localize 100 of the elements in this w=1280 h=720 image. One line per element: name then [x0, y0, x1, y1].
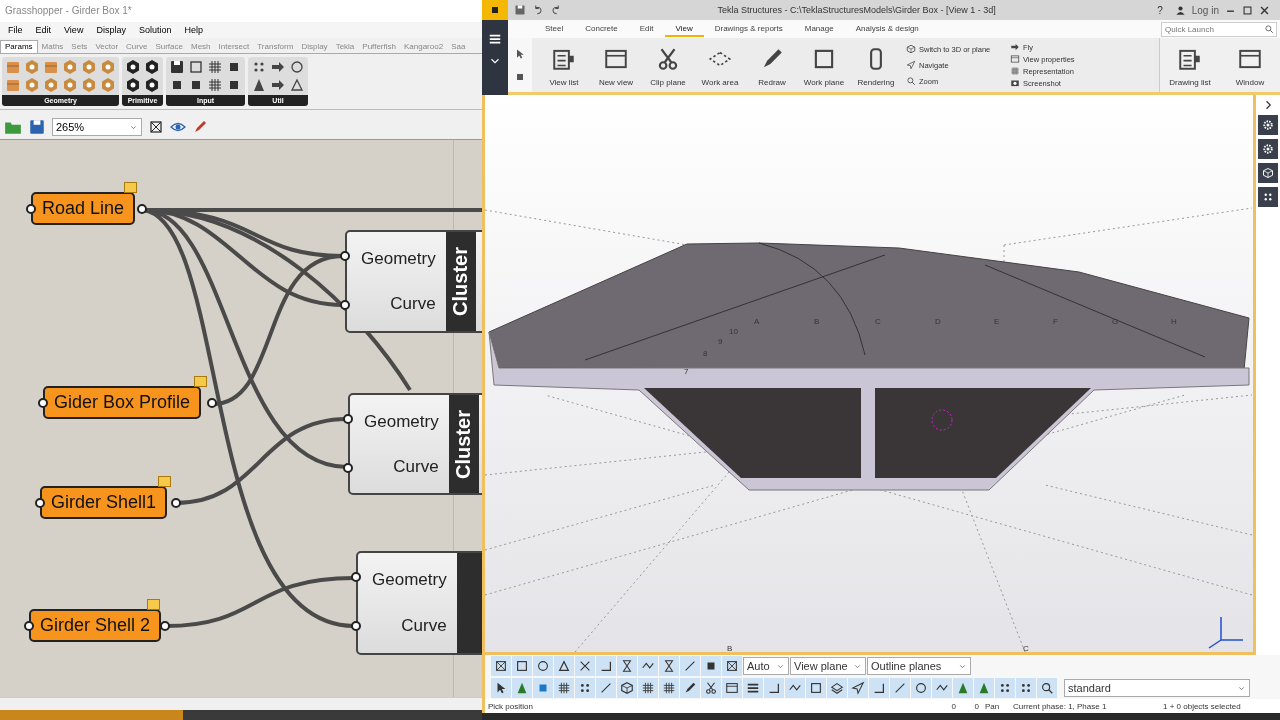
connector-pin[interactable]	[351, 572, 361, 582]
tool-button[interactable]	[491, 678, 511, 698]
snap-button[interactable]	[659, 656, 679, 676]
tool-button[interactable]	[554, 678, 574, 698]
ribbon-button[interactable]: View list	[538, 38, 590, 92]
connector-pin[interactable]	[26, 204, 36, 214]
snap-button[interactable]	[491, 656, 511, 676]
save-icon[interactable]	[28, 118, 46, 136]
app-logo[interactable]	[482, 0, 508, 20]
hexagon-icon[interactable]	[144, 77, 160, 93]
ribbon-button[interactable]: Work area	[694, 38, 746, 92]
ribbon-button[interactable]: Clip plane	[642, 38, 694, 92]
tool-button[interactable]	[764, 678, 784, 698]
save-icon[interactable]	[169, 59, 185, 75]
tool-button[interactable]	[1016, 678, 1036, 698]
connector-pin[interactable]	[137, 204, 147, 214]
menu-item[interactable]: File	[8, 25, 23, 35]
triangle-icon[interactable]	[289, 77, 305, 93]
tool-button[interactable]	[806, 678, 826, 698]
ribbon-tab[interactable]: Edit	[628, 21, 665, 37]
dots-icon[interactable]	[1262, 191, 1274, 203]
tool-button[interactable]	[659, 678, 679, 698]
ribbon-button[interactable]: New view	[590, 38, 642, 92]
tool-button[interactable]	[974, 678, 994, 698]
tool-button[interactable]	[869, 678, 889, 698]
ribbon-tab[interactable]: Drawings & reports	[703, 21, 794, 37]
close-icon[interactable]	[1259, 4, 1270, 16]
snap-button[interactable]	[554, 656, 574, 676]
arrow-icon[interactable]	[270, 59, 286, 75]
connector-pin[interactable]	[343, 414, 353, 424]
dropdown[interactable]: View plane	[790, 657, 866, 675]
gear-icon[interactable]	[1262, 143, 1274, 155]
snap-button[interactable]	[638, 656, 658, 676]
tree-icon[interactable]	[251, 77, 267, 93]
quick-launch-field[interactable]: Quick Launch	[1161, 21, 1277, 37]
box-icon[interactable]	[5, 77, 21, 93]
ribbon-button[interactable]: Window	[1220, 38, 1280, 92]
snap-button[interactable]	[575, 656, 595, 676]
undo-icon[interactable]	[532, 4, 544, 16]
tool-button[interactable]	[512, 678, 532, 698]
connector-pin[interactable]	[35, 498, 45, 508]
hexagon-icon[interactable]	[125, 59, 141, 75]
person-icon[interactable]	[1174, 4, 1186, 16]
cluster-node[interactable]: Geometry Curve	[356, 551, 482, 655]
snap-button[interactable]	[596, 656, 616, 676]
menu-item[interactable]: Help	[184, 25, 203, 35]
parameter-node[interactable]: Girder Shell 2	[29, 609, 162, 642]
menu-icon[interactable]	[488, 32, 502, 46]
tool-button[interactable]	[617, 678, 637, 698]
redo-icon[interactable]	[550, 4, 562, 16]
tool-button[interactable]	[785, 678, 805, 698]
dropdown[interactable]: Auto	[743, 657, 789, 675]
hexagon-icon[interactable]	[125, 77, 141, 93]
tool-button[interactable]	[911, 678, 931, 698]
tool-button[interactable]	[701, 678, 721, 698]
snap-button[interactable]	[533, 656, 553, 676]
box-icon[interactable]	[5, 59, 21, 75]
snap-button[interactable]	[617, 656, 637, 676]
crossed-box-icon[interactable]	[148, 119, 164, 135]
login-link[interactable]: Log in	[1191, 4, 1219, 16]
connector-pin[interactable]	[38, 398, 48, 408]
ribbon-button[interactable]: Work plane	[798, 38, 850, 92]
tool-button[interactable]	[1037, 678, 1057, 698]
hexagon-icon[interactable]	[144, 59, 160, 75]
grid-icon[interactable]	[207, 77, 223, 93]
tool-button[interactable]	[995, 678, 1015, 698]
menu-item[interactable]: View	[64, 25, 84, 35]
menu-item[interactable]: Display	[96, 25, 126, 35]
connector-pin[interactable]	[340, 300, 350, 310]
snap-button[interactable]	[701, 656, 721, 676]
tool-button[interactable]	[743, 678, 763, 698]
arrow-icon[interactable]	[270, 77, 286, 93]
tool-button[interactable]	[827, 678, 847, 698]
connector-pin[interactable]	[24, 621, 34, 631]
ribbon-tab[interactable]: Manage	[793, 21, 845, 37]
connector-pin[interactable]	[343, 463, 353, 473]
maximize-icon[interactable]	[1242, 4, 1253, 16]
pen-icon[interactable]	[192, 119, 208, 135]
menu-item[interactable]: Solution	[138, 25, 172, 35]
cursor-icon[interactable]	[514, 47, 526, 60]
parameter-node[interactable]: Road Line	[31, 192, 136, 225]
connector-pin[interactable]	[340, 251, 350, 261]
connector-pin[interactable]	[171, 498, 181, 508]
tool-button[interactable]	[848, 678, 868, 698]
ribbon-button[interactable]: Drawing list	[1160, 38, 1220, 92]
parameter-node[interactable]: Girder Shell1	[40, 486, 168, 519]
dropdown[interactable]: Outline planes	[867, 657, 971, 675]
gear-icon[interactable]	[1262, 119, 1274, 131]
connector-pin[interactable]	[351, 621, 361, 631]
grid-icon[interactable]	[207, 59, 223, 75]
ribbon-tab[interactable]: Analysis & design	[844, 21, 930, 37]
snap-button[interactable]	[722, 656, 742, 676]
tool-button[interactable]	[575, 678, 595, 698]
snap-button[interactable]	[512, 656, 532, 676]
box-icon[interactable]	[43, 59, 59, 75]
menu-item[interactable]: Edit	[35, 25, 52, 35]
tool-button[interactable]	[680, 678, 700, 698]
parameter-node[interactable]: Gider Box Profile	[43, 386, 202, 419]
circle-icon[interactable]	[289, 59, 305, 75]
ribbon-tab[interactable]: Steel	[534, 21, 575, 37]
